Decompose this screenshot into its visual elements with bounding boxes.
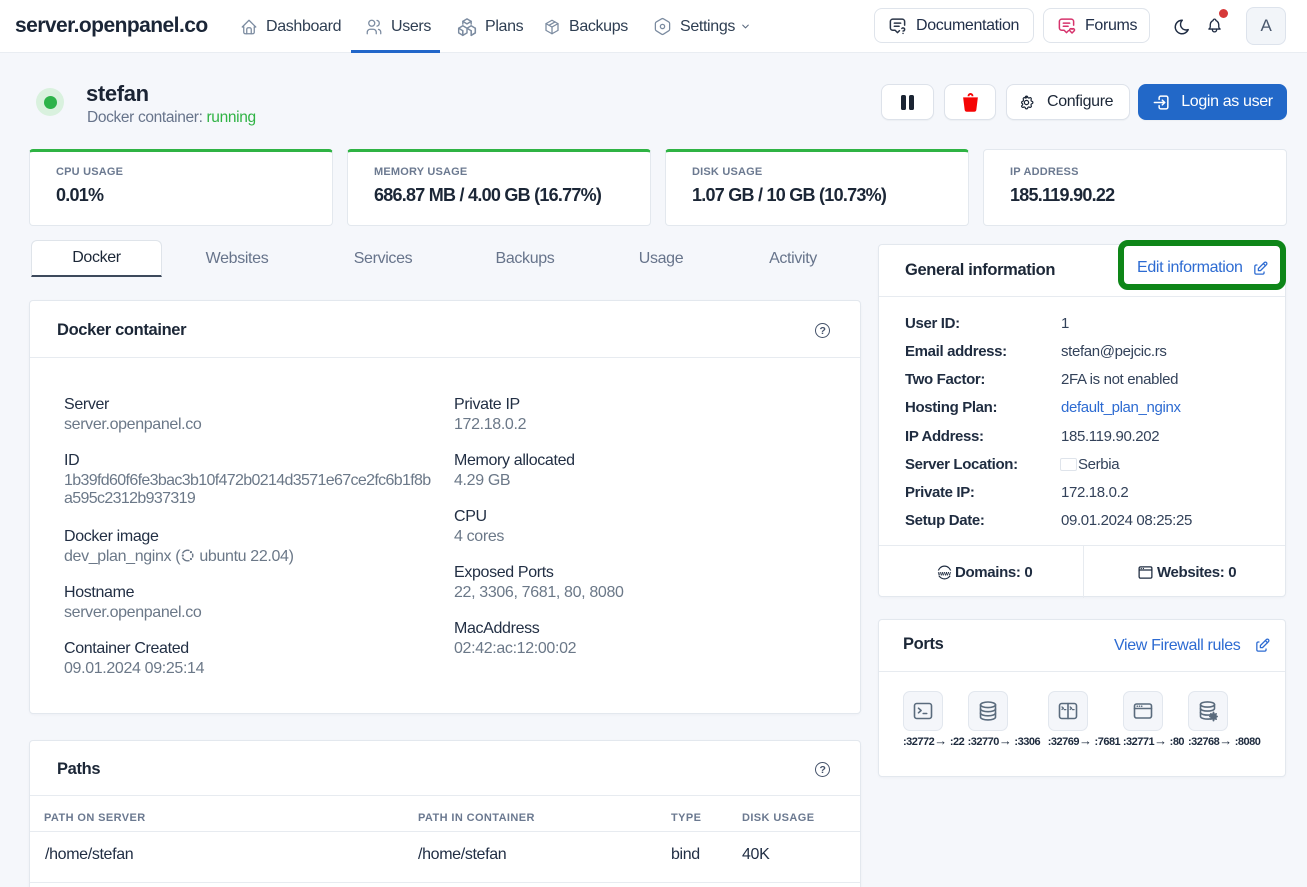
- svg-text:www: www: [937, 570, 951, 577]
